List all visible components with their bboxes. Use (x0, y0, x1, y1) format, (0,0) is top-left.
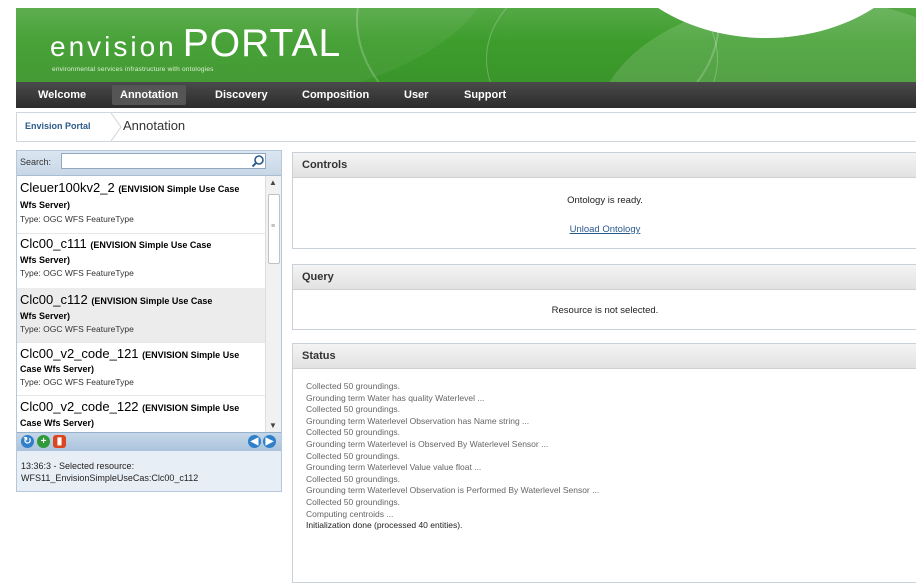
status-line: Grounding term Waterlevel Observation is… (306, 485, 600, 496)
search-icon[interactable] (251, 154, 265, 168)
query-message: Resource is not selected. (551, 305, 659, 316)
status-line: Grounding term Waterlevel is Observed By… (306, 438, 549, 449)
resource-source-cont: Case Wfs Server) (20, 418, 95, 428)
scroll-up-icon[interactable]: ▲ (269, 178, 277, 187)
nav-discovery[interactable]: Discovery (215, 82, 268, 108)
resource-type: Type: OGC WFS FeatureType (20, 214, 134, 224)
panel-title: Controls (302, 159, 348, 171)
breadcrumb-root[interactable]: Envision Portal (25, 121, 91, 131)
next-icon[interactable]: ▶ (263, 435, 276, 448)
breadcrumb: Envision Portal Annotation (16, 112, 916, 142)
resource-type: Type: OGC WFS FeatureType (20, 324, 134, 334)
add-icon[interactable]: + (37, 435, 50, 448)
log-line: WFS11_EnvisionSimpleUseCas:Clc00_c112 (21, 473, 199, 483)
status-line: Collected 50 groundings. (306, 427, 401, 438)
resource-name: Clc00_v2_code_121 (20, 346, 139, 361)
breadcrumb-current: Annotation (123, 118, 186, 133)
search-bar: Search: (17, 151, 281, 176)
panel-title: Status (302, 350, 336, 362)
brand-portal: PORTAL (182, 22, 342, 65)
portal-header: envision PORTAL environmental services in… (16, 8, 916, 82)
resource-name: Cleuer100kv2_2 (20, 180, 115, 195)
status-line: Collected 50 groundings. (306, 381, 401, 391)
list-item[interactable]: Cleuer100kv2_2 (ENVISION Simple Use Case… (17, 176, 265, 234)
nav-support[interactable]: Support (464, 82, 506, 108)
unload-ontology-link[interactable]: Unload Ontology (570, 224, 641, 235)
brand-logo[interactable]: envision PORTAL environmental services in… (50, 22, 342, 73)
grip-icon: ≡ (271, 223, 276, 230)
ontology-status: Ontology is ready. (567, 195, 643, 206)
log-line: 13:36:3 - Selected resource: (21, 461, 135, 471)
controls-panel: Controls Ontology is ready. Unload Ontol… (292, 152, 916, 249)
status-line: Grounding term Waterlevel Observation ha… (306, 415, 530, 426)
resource-name: Clc00_c111 (20, 236, 87, 251)
resource-name: Clc00_c112 (20, 292, 88, 307)
status-line: Collected 50 groundings. (306, 496, 401, 507)
list-item[interactable]: Clc00_c111 (ENVISION Simple Use Case Wfs… (17, 233, 265, 289)
nav-user[interactable]: User (404, 82, 428, 108)
selection-log: 13:36:3 - Selected resource: WFS11_Envis… (17, 451, 281, 491)
search-label: Search: (20, 157, 52, 167)
nav-annotation[interactable]: Annotation (112, 85, 187, 105)
status-line: Initialization done (processed 40 entiti… (306, 520, 463, 531)
resource-name: Clc00_v2_code_122 (20, 399, 139, 414)
list-item[interactable]: Clc00_v2_code_122 (ENVISION Simple Use C… (17, 395, 265, 432)
status-line: Collected 50 groundings. (306, 450, 401, 461)
brand-envision: envision (50, 31, 177, 62)
status-line: Collected 50 groundings. (306, 404, 401, 415)
resource-source-cont: Wfs Server) (20, 311, 71, 321)
status-line: Grounding term Water has quality Waterle… (306, 392, 485, 403)
resource-source: (ENVISION Simple Use Case (118, 184, 240, 194)
prev-icon[interactable]: ◀ (248, 435, 261, 448)
main-nav: Welcome Annotation Discovery Composition… (16, 82, 916, 108)
panel-title: Query (302, 271, 334, 283)
nav-welcome[interactable]: Welcome (38, 82, 86, 108)
resource-panel: Search: Cleuer100kv2_2 (ENVISION Simple … (16, 150, 282, 492)
brand-tagline: environmental services infrastructure wi… (52, 66, 214, 73)
list-toolbar: ↻ + ▮ ◀ ▶ (17, 432, 281, 451)
breadcrumb-separator-icon (110, 113, 122, 141)
status-panel: Status Collected 50 groundings. Groundin… (292, 343, 916, 583)
scroll-down-icon[interactable]: ▼ (269, 421, 277, 430)
status-line: Grounding term Waterlevel Value value fl… (306, 462, 482, 473)
resource-source: (ENVISION Simple Use (142, 403, 240, 413)
status-log: Collected 50 groundings. Grounding term … (306, 381, 599, 532)
list-scrollbar[interactable]: ▲ ≡ ▼ (265, 176, 281, 432)
scroll-thumb[interactable]: ≡ (268, 194, 280, 264)
status-line: Collected 50 groundings. (306, 473, 401, 484)
resource-type: Type: OGC WFS FeatureType (20, 377, 134, 387)
resource-type: Type: OGC WFS FeatureType (20, 268, 134, 278)
delete-icon[interactable]: ▮ (53, 435, 66, 448)
list-item[interactable]: Clc00_v2_code_121 (ENVISION Simple Use C… (17, 342, 265, 396)
resource-list: Cleuer100kv2_2 (ENVISION Simple Use Case… (17, 176, 265, 432)
refresh-icon[interactable]: ↻ (21, 435, 34, 448)
query-panel: Query Resource is not selected. (292, 264, 916, 330)
resource-source-cont: Wfs Server) (20, 200, 71, 210)
resource-source: (ENVISION Simple Use Case (90, 240, 212, 250)
resource-source: (ENVISION Simple Use (142, 350, 240, 360)
nav-composition[interactable]: Composition (302, 82, 369, 108)
status-line: Computing centroids ... (306, 508, 394, 519)
search-input[interactable] (61, 153, 266, 169)
resource-source-cont: Case Wfs Server) (20, 364, 95, 374)
resource-source-cont: Wfs Server) (20, 255, 71, 265)
list-item[interactable]: Clc00_c112 (ENVISION Simple Use Case Wfs… (17, 288, 265, 343)
resource-source: (ENVISION Simple Use Case (91, 296, 213, 306)
